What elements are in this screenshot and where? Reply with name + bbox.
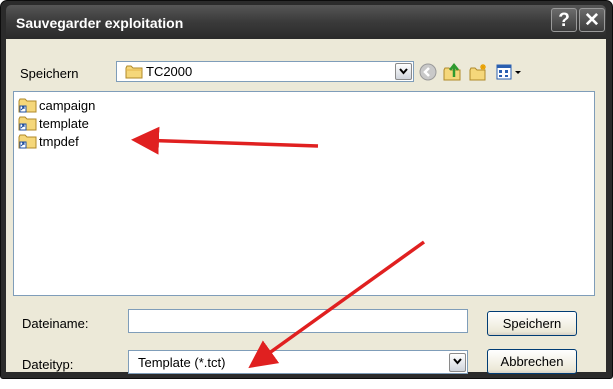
file-name: campaign	[39, 98, 96, 113]
new-folder-icon[interactable]	[468, 62, 488, 82]
title-bar[interactable]: Sauvegarder exploitation ? ✕	[6, 5, 606, 39]
filetype-dropdown-button[interactable]	[449, 353, 466, 372]
file-name: tmpdef	[39, 134, 79, 149]
filetype-label: Dateityp:	[22, 357, 74, 372]
shortcut-folder-icon	[18, 98, 37, 113]
window-title: Sauvegarder exploitation	[16, 15, 184, 31]
file-list[interactable]: campaign template tmpdef	[13, 91, 595, 296]
chevron-down-icon[interactable]	[514, 62, 522, 82]
location-combo[interactable]: TC2000	[116, 61, 414, 82]
filename-input[interactable]	[128, 309, 468, 333]
save-in-label: Speichern	[20, 66, 79, 81]
back-icon[interactable]	[418, 62, 438, 82]
filetype-select[interactable]: Template (*.tct)	[128, 350, 468, 374]
folder-icon	[125, 65, 143, 79]
help-button[interactable]: ?	[551, 8, 577, 32]
chevron-down-icon	[453, 358, 462, 365]
cancel-button[interactable]: Abbrechen	[487, 349, 577, 374]
save-button[interactable]: Speichern	[487, 311, 577, 336]
save-dialog: Sauvegarder exploitation ? ✕ Speichern T…	[0, 0, 613, 389]
location-value: TC2000	[146, 64, 193, 79]
close-button[interactable]: ✕	[579, 8, 605, 32]
view-menu-icon[interactable]	[495, 62, 515, 82]
file-name: template	[39, 116, 89, 131]
filetype-value: Template (*.tct)	[138, 355, 226, 370]
shortcut-folder-icon	[18, 134, 37, 149]
location-dropdown-button[interactable]	[395, 63, 412, 80]
dialog-client-area: Speichern TC2000 campaign template tmpde…	[6, 39, 606, 374]
chevron-down-icon	[399, 68, 408, 75]
shortcut-folder-icon	[18, 116, 37, 131]
up-folder-icon[interactable]	[442, 62, 462, 82]
filename-label: Dateiname:	[22, 316, 89, 331]
